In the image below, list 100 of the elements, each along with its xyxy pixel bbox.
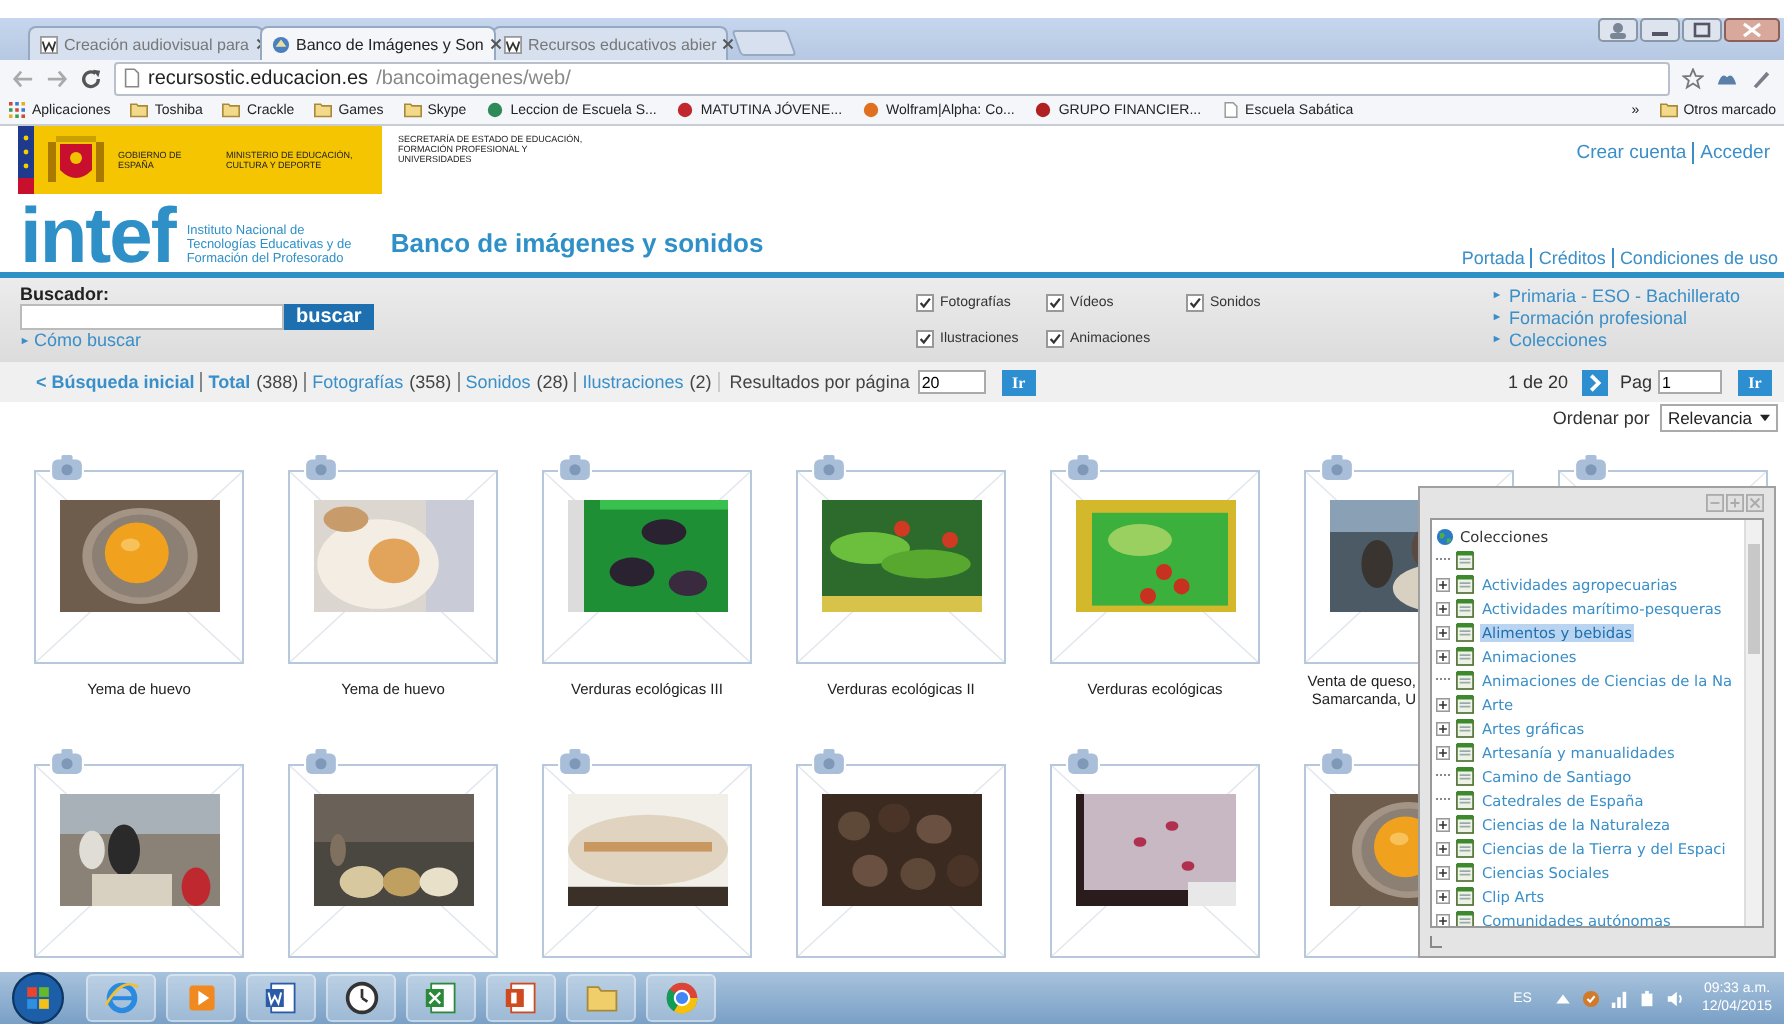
- go-button[interactable]: Ir: [1001, 369, 1036, 395]
- thumbnail-frame[interactable]: [34, 764, 244, 958]
- nav-link[interactable]: Condiciones de uso: [1611, 248, 1784, 268]
- camera-icon: [1320, 748, 1354, 774]
- book-icon: [1456, 694, 1474, 714]
- sort-label: Ordenar por: [1552, 408, 1650, 428]
- expand-icon[interactable]: [1436, 913, 1450, 926]
- presentation-icon[interactable]: [486, 974, 556, 1022]
- thumbnail-frame[interactable]: [288, 764, 498, 958]
- expand-icon[interactable]: [1436, 721, 1450, 735]
- globe-icon: [1436, 527, 1454, 545]
- document-icon[interactable]: [246, 974, 316, 1022]
- scroll-thumb[interactable]: [1748, 544, 1760, 654]
- quick-link[interactable]: Primaria - ESO - Bachillerato: [1508, 285, 1740, 305]
- minimize-icon[interactable]: [1640, 18, 1680, 42]
- search-field[interactable]: [20, 304, 284, 330]
- book-icon: [1456, 742, 1474, 762]
- camera-icon: [812, 454, 846, 480]
- site-icon: [862, 102, 881, 118]
- w-logo-icon: [504, 35, 522, 53]
- chrome-icon[interactable]: [646, 974, 716, 1022]
- quick-link[interactable]: Formación profesional: [1508, 307, 1687, 327]
- thumbnail-frame[interactable]: [34, 470, 244, 664]
- expand-icon[interactable]: [1436, 865, 1450, 879]
- go-button[interactable]: Ir: [1738, 369, 1772, 395]
- per-page-field[interactable]: 20: [917, 370, 986, 394]
- close-icon[interactable]: [722, 38, 735, 50]
- star-icon[interactable]: [1682, 67, 1704, 89]
- resize-grip[interactable]: [1430, 936, 1442, 948]
- clock-icon[interactable]: [326, 974, 396, 1022]
- thumbnail-frame[interactable]: [796, 764, 1006, 958]
- camera-icon: [812, 748, 846, 774]
- category-link[interactable]: Sonidos: [465, 372, 531, 392]
- scrollbar[interactable]: [1744, 520, 1762, 926]
- thumbnail-frame[interactable]: [1050, 470, 1260, 664]
- category-link[interactable]: Ilustraciones: [582, 372, 684, 392]
- checkbox[interactable]: [916, 329, 934, 347]
- expand-icon[interactable]: [1436, 577, 1450, 591]
- user-icon[interactable]: [1598, 18, 1638, 42]
- browser-tab[interactable]: Creación audiovisual para: [28, 26, 264, 60]
- next-page-icon[interactable]: [1581, 369, 1608, 395]
- folder-icon[interactable]: [566, 974, 636, 1022]
- search-button[interactable]: buscar: [284, 304, 374, 330]
- expand-icon[interactable]: [1436, 625, 1450, 639]
- category-link[interactable]: Total: [208, 372, 251, 392]
- page-field[interactable]: 1: [1658, 370, 1722, 394]
- checkbox[interactable]: [1186, 293, 1204, 311]
- thumbnail-frame[interactable]: [288, 470, 498, 664]
- expand-icon[interactable]: [1436, 697, 1450, 711]
- bullet-arrow-icon: [20, 335, 30, 345]
- expand-icon[interactable]: [1436, 889, 1450, 903]
- checkbox[interactable]: [1046, 329, 1064, 347]
- expand-icon[interactable]: [1436, 841, 1450, 855]
- pen-icon[interactable]: [1750, 67, 1772, 89]
- thumbnail-frame[interactable]: [796, 470, 1006, 664]
- close-icon[interactable]: [489, 38, 502, 50]
- thumbnail-frame[interactable]: [542, 764, 752, 958]
- nav-link[interactable]: Créditos: [1530, 248, 1612, 268]
- folder-icon: [130, 102, 149, 118]
- intef-logo[interactable]: intef: [20, 204, 175, 270]
- page-icon: [124, 68, 140, 88]
- browser-icon[interactable]: [86, 974, 156, 1022]
- checkbox[interactable]: [916, 293, 934, 311]
- book-icon: [1456, 886, 1474, 906]
- help-link[interactable]: Cómo buscar: [34, 330, 142, 350]
- spreadsheet-icon[interactable]: [406, 974, 476, 1022]
- category-link[interactable]: Fotografías: [312, 372, 404, 392]
- browser-tab[interactable]: Recursos educativos abier: [492, 26, 728, 60]
- expand-icon[interactable]: [1436, 649, 1450, 663]
- camera-icon: [558, 748, 592, 774]
- address-bar[interactable]: recursostic.educacion.es /bancoimagenes/web/: [114, 61, 1670, 95]
- start-button[interactable]: [12, 972, 64, 1024]
- caret-icon: [1760, 414, 1770, 422]
- shield-icon[interactable]: [1581, 989, 1600, 1007]
- result-count: (28): [536, 372, 569, 392]
- sort-dropdown[interactable]: Relevancia: [1659, 404, 1778, 432]
- checkbox[interactable]: [1046, 293, 1064, 311]
- account-link[interactable]: Crear cuenta: [1570, 142, 1693, 164]
- expand-icon[interactable]: [1436, 745, 1450, 759]
- book-icon: [1456, 790, 1474, 810]
- account-link[interactable]: Acceder: [1692, 142, 1776, 164]
- back-link[interactable]: < Búsqueda inicial: [36, 372, 201, 392]
- quick-link[interactable]: Colecciones: [1508, 329, 1607, 349]
- result-count: (388): [256, 372, 299, 392]
- camera-icon: [50, 454, 84, 480]
- camera-icon: [304, 454, 338, 480]
- close-window-icon[interactable]: [1724, 18, 1780, 42]
- maximize-icon[interactable]: [1682, 18, 1722, 42]
- camera-icon: [1320, 454, 1354, 480]
- reload-icon[interactable]: [80, 67, 102, 89]
- browser-tab[interactable]: Banco de Imágenes y Son: [260, 26, 496, 60]
- thumbnail-frame[interactable]: [1050, 764, 1260, 958]
- site-title: Banco de imágenes y sonidos: [388, 228, 764, 262]
- expand-icon[interactable]: [1436, 601, 1450, 615]
- nav-link[interactable]: Portada: [1455, 248, 1531, 268]
- expand-icon[interactable]: [1436, 817, 1450, 831]
- book-icon: [1456, 598, 1474, 618]
- bullet-arrow-icon: [1492, 334, 1503, 344]
- thumbnail-frame[interactable]: [542, 470, 752, 664]
- site-icon: [1034, 102, 1053, 118]
